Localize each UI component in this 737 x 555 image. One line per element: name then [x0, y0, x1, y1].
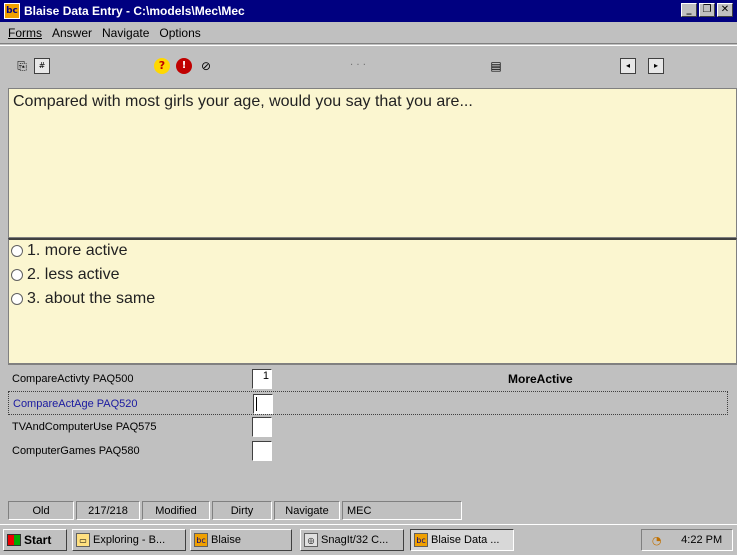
field-input[interactable] — [252, 417, 272, 437]
document-search-icon[interactable]: ▤ — [488, 58, 504, 74]
task-label: SnagIt/32 C... — [321, 534, 389, 546]
status-mode: Old — [8, 501, 74, 520]
answer-pane: 1. more active 2. less active 3. about t… — [8, 238, 737, 364]
radio-button[interactable] — [11, 293, 23, 305]
next-form-icon[interactable]: ▸ — [648, 58, 664, 74]
start-label: Start — [24, 533, 52, 547]
field-row[interactable]: ComputerGames PAQ580 — [8, 439, 728, 463]
close-button[interactable]: ✕ — [717, 3, 733, 17]
status-instrument: MEC — [342, 501, 462, 520]
field-row[interactable]: CompareActivty PAQ500 1 MoreActive — [8, 367, 728, 391]
field-answer-text: MoreActive — [508, 372, 573, 386]
task-exploring[interactable]: ▭ Exploring - B... — [72, 529, 186, 551]
task-label: Exploring - B... — [93, 534, 166, 546]
answer-label: 2. less active — [27, 266, 120, 283]
status-bar: Old 217/218 Modified Dirty Navigate MEC — [8, 501, 737, 521]
menu-options[interactable]: Options — [159, 26, 200, 40]
clock[interactable]: 4:22 PM — [681, 534, 722, 546]
blaise-app-icon[interactable]: bc — [4, 3, 20, 19]
system-tray: ◔ 4:22 PM — [641, 529, 733, 551]
toolbar: ⎘ # ? ! ⊘ · · · ▤ ◂ ▸ — [0, 45, 737, 85]
window-controls: _ ❐ ✕ — [681, 3, 733, 17]
field-row[interactable]: TVAndComputerUse PAQ575 — [8, 415, 728, 439]
task-label: Blaise — [211, 534, 241, 546]
prev-form-icon[interactable]: ◂ — [620, 58, 636, 74]
question-text: Compared with most girls your age, would… — [13, 93, 473, 110]
paperclip-icon[interactable]: ⊘ — [198, 58, 214, 74]
windows-logo-icon — [7, 534, 21, 546]
menu-answer[interactable]: Answer — [52, 26, 92, 40]
ellipsis-icon: · · · — [350, 60, 366, 71]
window-title: Blaise Data Entry - C:\models\Mec\Mec — [24, 4, 245, 18]
status-modified: Modified — [142, 501, 210, 520]
answer-label: 3. about the same — [27, 290, 156, 307]
status-counter: 217/218 — [76, 501, 140, 520]
field-input[interactable]: 1 — [252, 369, 272, 389]
radio-button[interactable] — [11, 269, 23, 281]
form-icon[interactable]: # — [34, 58, 50, 74]
status-dirty: Dirty — [212, 501, 272, 520]
taskbar: Start ▭ Exploring - B... bc Blaise ◎ Sna… — [0, 524, 737, 555]
folder-icon: ▭ — [76, 533, 90, 547]
answer-option[interactable]: 1. more active — [11, 242, 127, 260]
help-icon[interactable]: ? — [154, 58, 170, 74]
menu-navigate[interactable]: Navigate — [102, 26, 149, 40]
text-caret — [256, 397, 257, 411]
answer-option[interactable]: 3. about the same — [11, 290, 155, 308]
field-label: TVAndComputerUse PAQ575 — [12, 421, 157, 433]
blaise-app-icon: bc — [414, 533, 428, 547]
snagit-icon: ◎ — [304, 533, 318, 547]
answer-option[interactable]: 2. less active — [11, 266, 119, 284]
start-button[interactable]: Start — [3, 529, 67, 551]
copy-icon[interactable]: ⎘ — [14, 58, 30, 74]
restore-button[interactable]: ❐ — [699, 3, 715, 17]
form-pane: CompareActivty PAQ500 1 MoreActive Compa… — [8, 364, 737, 498]
field-label: CompareActAge PAQ520 — [13, 398, 138, 410]
radio-button[interactable] — [11, 245, 23, 257]
minimize-button[interactable]: _ — [681, 3, 697, 17]
tray-icon[interactable]: ◔ — [652, 534, 662, 547]
field-row-active[interactable]: CompareActAge PAQ520 — [8, 391, 728, 415]
task-label: Blaise Data ... — [431, 534, 500, 546]
field-label: ComputerGames PAQ580 — [12, 445, 140, 457]
field-input[interactable] — [253, 394, 273, 414]
task-blaise-data[interactable]: bc Blaise Data ... — [410, 529, 514, 551]
task-blaise[interactable]: bc Blaise — [190, 529, 292, 551]
stop-icon[interactable]: ! — [176, 58, 192, 74]
blaise-app-icon: bc — [194, 533, 208, 547]
status-navigate: Navigate — [274, 501, 340, 520]
title-bar: bc Blaise Data Entry - C:\models\Mec\Mec… — [0, 0, 737, 22]
task-snagit[interactable]: ◎ SnagIt/32 C... — [300, 529, 404, 551]
question-pane: Compared with most girls your age, would… — [8, 88, 737, 238]
menu-bar: Forms Answer Navigate Options — [0, 22, 737, 44]
answer-label: 1. more active — [27, 242, 128, 259]
field-input[interactable] — [252, 441, 272, 461]
field-label: CompareActivty PAQ500 — [12, 373, 134, 385]
menu-forms[interactable]: Forms — [8, 26, 42, 40]
